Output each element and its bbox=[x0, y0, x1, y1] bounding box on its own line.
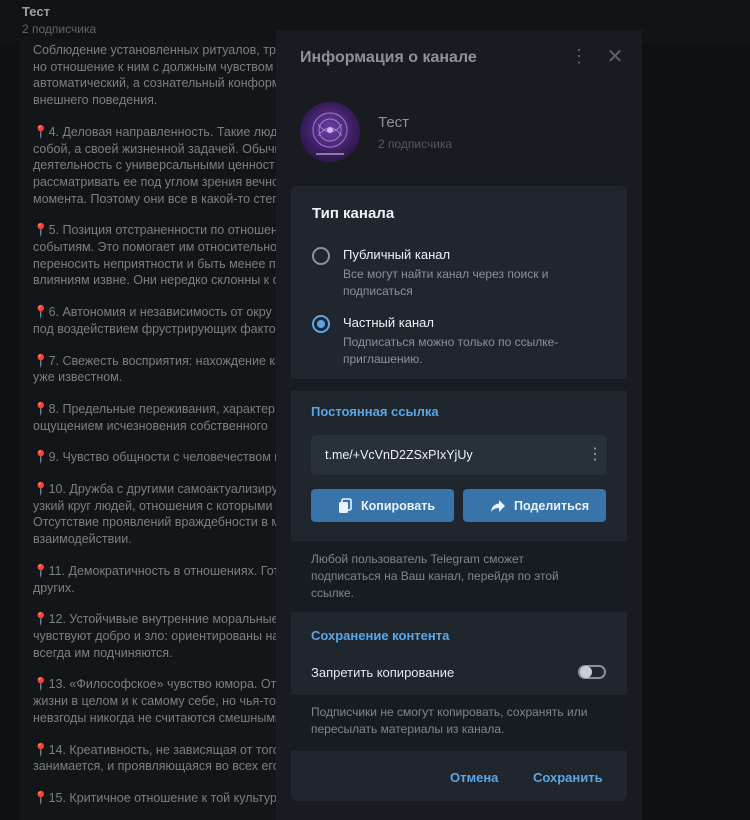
close-icon[interactable]: ✕ bbox=[604, 44, 626, 68]
share-arrow-icon bbox=[491, 500, 505, 512]
channel-avatar bbox=[300, 102, 360, 162]
chat-subscriber-count: 2 подписчика bbox=[22, 22, 97, 36]
radio-private-channel[interactable]: Частный канал Подписаться можно только п… bbox=[312, 315, 612, 367]
radio-label: Частный канал bbox=[343, 315, 434, 330]
share-button-label: Поделиться bbox=[514, 499, 590, 513]
vertical-dots-icon[interactable]: ⋮ bbox=[587, 445, 603, 465]
permanent-link-title: Постоянная ссылка bbox=[311, 404, 439, 419]
dialog-title: Тип канала bbox=[312, 205, 395, 222]
radio-description: Все могут найти канал через поиск и подп… bbox=[343, 267, 549, 298]
radio-button-checked[interactable] bbox=[312, 315, 330, 333]
content-note: Подписчики не смогут копировать, сохраня… bbox=[311, 705, 588, 736]
section-divider bbox=[291, 379, 627, 391]
channel-type-dialog: Тип канала Публичный канал Все могут най… bbox=[291, 186, 627, 801]
cancel-button[interactable]: Отмена bbox=[450, 770, 498, 785]
radio-public-channel[interactable]: Публичный канал Все могут найти канал че… bbox=[312, 247, 612, 299]
vertical-dots-icon[interactable]: ⋮ bbox=[570, 46, 588, 68]
radio-label: Публичный канал bbox=[343, 247, 451, 262]
copy-link-button[interactable]: Копировать bbox=[311, 489, 454, 522]
copy-button-label: Копировать bbox=[361, 499, 436, 513]
copy-icon bbox=[339, 498, 352, 513]
restrict-copy-label: Запретить копирование bbox=[311, 665, 455, 680]
invite-link-text: t.me/+VcVnD2ZSxPIxYjUy bbox=[325, 448, 473, 462]
share-link-button[interactable]: Поделиться bbox=[463, 489, 606, 522]
content-protection-title: Сохранение контента bbox=[311, 628, 450, 643]
chat-title: Тест bbox=[22, 4, 50, 19]
radio-description: Подписаться можно только по ссылке-пригл… bbox=[343, 335, 559, 366]
restrict-copy-toggle[interactable] bbox=[578, 665, 606, 679]
save-button[interactable]: Сохранить bbox=[533, 770, 603, 785]
info-subscriber-count: 2 подписчика bbox=[378, 137, 453, 151]
radio-button[interactable] bbox=[312, 247, 330, 265]
info-channel-name: Тест bbox=[378, 114, 410, 131]
link-note: Любой пользователь Telegram сможет подпи… bbox=[311, 552, 559, 600]
info-panel-title: Информация о канале bbox=[300, 49, 477, 66]
invite-link-field[interactable]: t.me/+VcVnD2ZSxPIxYjUy ⋮ bbox=[311, 435, 607, 475]
